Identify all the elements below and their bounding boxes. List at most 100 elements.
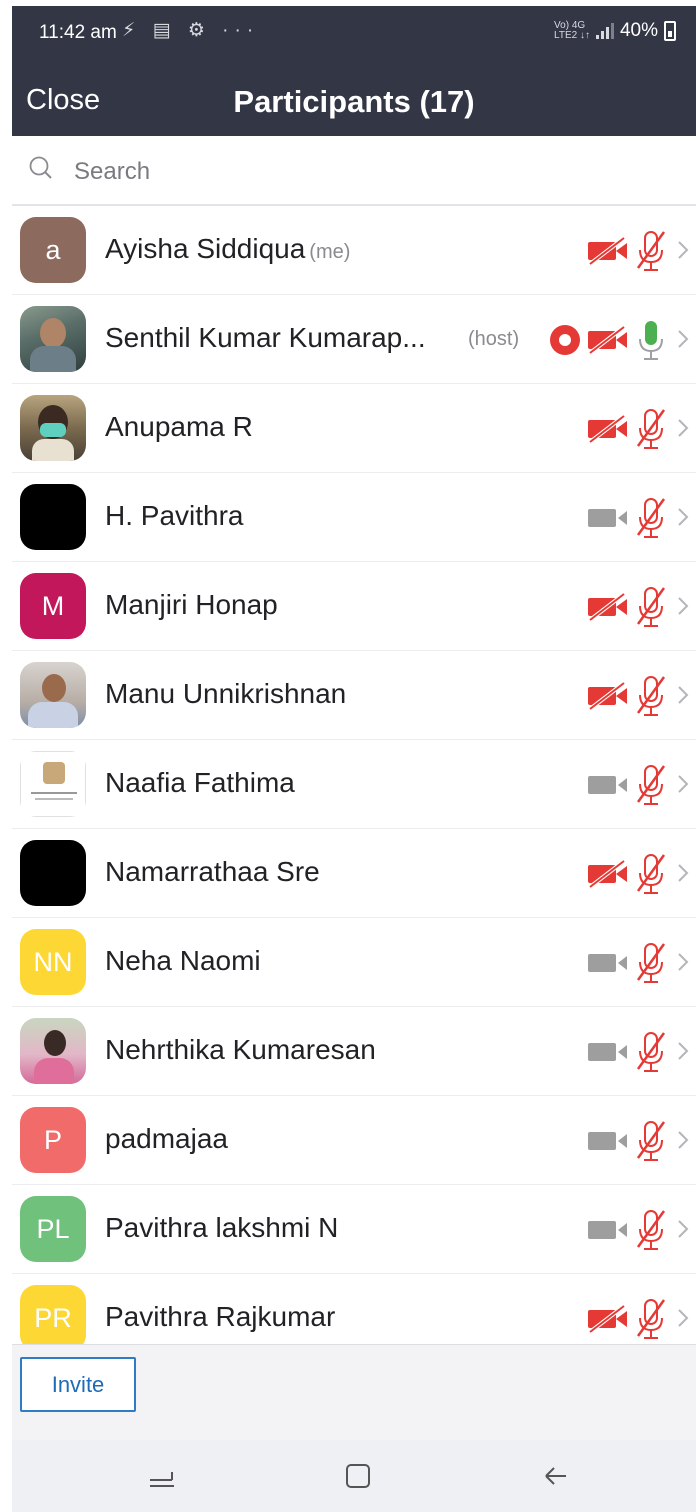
microphone-muted-icon[interactable] (632, 406, 670, 452)
back-icon[interactable] (536, 1458, 572, 1494)
avatar: P (20, 1107, 86, 1173)
search-bar[interactable]: Search (12, 136, 696, 206)
video-off-icon[interactable] (586, 414, 630, 444)
video-icon[interactable] (586, 1215, 630, 1245)
microphone-muted-icon[interactable] (632, 673, 670, 719)
microphone-muted-icon[interactable] (632, 1029, 670, 1075)
chevron-right-icon[interactable] (676, 239, 690, 261)
footer: Invite (12, 1344, 696, 1440)
video-off-icon[interactable] (586, 236, 630, 266)
chevron-right-icon[interactable] (676, 1218, 690, 1240)
participant-list: a Ayisha Siddiqua (me) Senthil Kumar Kumara… (12, 206, 696, 1344)
video-icon[interactable] (586, 1126, 630, 1156)
microphone-muted-icon[interactable] (632, 495, 670, 541)
participant-row[interactable]: M Manjiri Honap (12, 562, 696, 651)
chevron-right-icon[interactable] (676, 951, 690, 973)
microphone-muted-icon[interactable] (632, 1207, 670, 1253)
recording-icon (550, 325, 580, 355)
search-input[interactable]: Search (74, 158, 150, 186)
participant-row[interactable]: Anupama R (12, 384, 696, 473)
participant-name: H. Pavithra (105, 500, 244, 532)
avatar (20, 484, 86, 550)
participant-name: Naafia Fathima (105, 767, 295, 799)
search-icon (29, 156, 52, 179)
video-off-icon[interactable] (586, 1304, 630, 1334)
microphone-muted-icon[interactable] (632, 1118, 670, 1164)
chevron-right-icon[interactable] (676, 773, 690, 795)
home-icon[interactable] (340, 1458, 376, 1494)
participant-name: padmajaa (105, 1123, 228, 1155)
avatar (20, 751, 86, 817)
avatar: PL (20, 1196, 86, 1262)
video-off-icon[interactable] (586, 859, 630, 889)
participant-name-text: Pavithra lakshmi N (105, 1212, 339, 1243)
page-title: Participants (17) (233, 84, 475, 119)
participant-name-text: Pavithra Rajkumar (105, 1301, 336, 1332)
chevron-right-icon[interactable] (676, 595, 690, 617)
network-indicator: Vo) 4G LTE2 ↓↑ (554, 21, 590, 41)
chevron-right-icon[interactable] (676, 1307, 690, 1329)
video-icon[interactable] (586, 503, 630, 533)
video-icon[interactable] (586, 770, 630, 800)
participant-row[interactable]: Ppadmajaa (12, 1096, 696, 1185)
chevron-right-icon[interactable] (676, 1040, 690, 1062)
header: Close Participants (17) (12, 62, 696, 136)
chevron-right-icon[interactable] (676, 417, 690, 439)
participant-name: Pavithra lakshmi N (105, 1212, 338, 1244)
participant-row[interactable]: Namarrathaa Sre (12, 829, 696, 918)
participant-row[interactable]: a Ayisha Siddiqua (me) (12, 206, 696, 295)
participant-name-text: Namarrathaa Sre (105, 856, 320, 887)
participant-name-text: padmajaa (105, 1123, 228, 1154)
participant-name: Manu Unnikrishnan (105, 678, 346, 710)
participant-row[interactable]: NN Neha Naomi (12, 918, 696, 1007)
microphone-muted-icon[interactable] (632, 584, 670, 630)
microphone-muted-icon[interactable] (632, 762, 670, 808)
video-off-icon[interactable] (586, 681, 630, 711)
participant-name: Anupama R (105, 411, 253, 443)
microphone-muted-icon[interactable] (632, 851, 670, 897)
participant-name-text: Manjiri Honap (105, 589, 278, 620)
video-off-icon[interactable] (586, 592, 630, 622)
participant-name: Ayisha Siddiqua (me) (105, 233, 350, 265)
video-icon[interactable] (586, 1037, 630, 1067)
chevron-right-icon[interactable] (676, 862, 690, 884)
android-nav-bar (12, 1440, 696, 1512)
participant-row[interactable]: PR Pavithra Rajkumar (12, 1274, 696, 1344)
status-right: Vo) 4G LTE2 ↓↑ 40% (554, 20, 676, 42)
avatar: PR (20, 1285, 86, 1344)
participant-row[interactable]: PL Pavithra lakshmi N (12, 1185, 696, 1274)
recent-apps-icon[interactable] (144, 1458, 180, 1494)
participant-name-text: Naafia Fathima (105, 767, 295, 798)
microphone-muted-icon[interactable] (632, 228, 670, 274)
microphone-muted-icon[interactable] (632, 940, 670, 986)
battery-icon (664, 21, 676, 41)
participant-name: Namarrathaa Sre (105, 856, 320, 888)
network-activity: LTE2 ↓↑ (554, 30, 590, 41)
video-off-icon[interactable] (586, 325, 630, 355)
status-time: 11:42 am (39, 22, 117, 43)
avatar (20, 306, 86, 372)
chevron-right-icon[interactable] (676, 684, 690, 706)
avatar: M (20, 573, 86, 639)
participant-name: Manjiri Honap (105, 589, 278, 621)
chevron-right-icon[interactable] (676, 328, 690, 350)
participant-row[interactable]: Naafia Fathima (12, 740, 696, 829)
chevron-right-icon[interactable] (676, 506, 690, 528)
participant-name-text: Manu Unnikrishnan (105, 678, 347, 709)
signal-icon (595, 23, 614, 39)
avatar: a (20, 217, 86, 283)
participant-row[interactable]: Senthil Kumar Kumarap... (host) (12, 295, 696, 384)
participant-row[interactable]: Nehrthika Kumaresan (12, 1007, 696, 1096)
participants-screen: 11:42 am ⚡ ▤ ⚙ ··· Vo) 4G LTE2 ↓↑ 40% Cl… (12, 6, 696, 1512)
microphone-muted-icon[interactable] (632, 1296, 670, 1342)
participant-role-tag: (me) (309, 241, 351, 263)
participant-name: Neha Naomi (105, 945, 261, 977)
participant-row[interactable]: Manu Unnikrishnan (12, 651, 696, 740)
chevron-right-icon[interactable] (676, 1129, 690, 1151)
video-icon[interactable] (586, 948, 630, 978)
participant-row[interactable]: H. Pavithra (12, 473, 696, 562)
participant-name: Senthil Kumar Kumarap... (105, 322, 426, 354)
avatar: NN (20, 929, 86, 995)
microphone-on-icon[interactable] (632, 317, 670, 363)
invite-button[interactable]: Invite (20, 1357, 136, 1412)
